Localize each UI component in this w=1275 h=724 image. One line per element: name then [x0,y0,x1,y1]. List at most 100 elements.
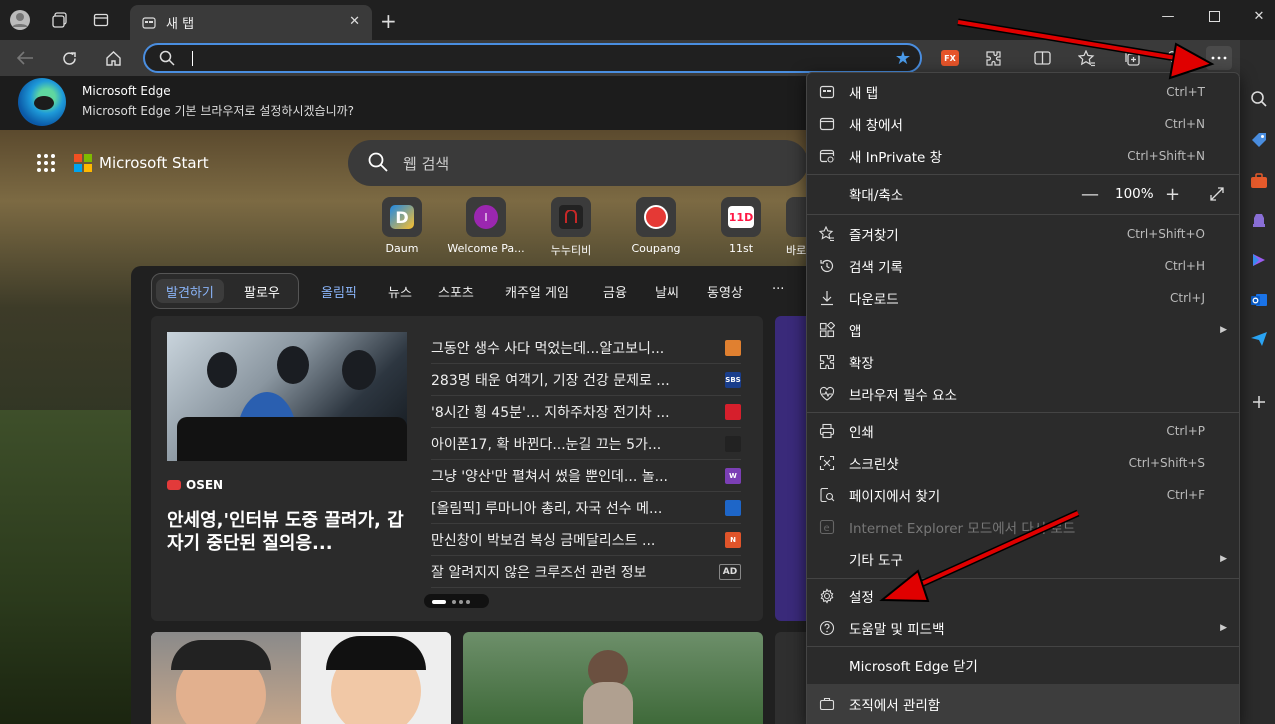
menu-favorites[interactable]: 즐겨찾기 Ctrl+Shift+O [807,218,1239,250]
news-item[interactable]: '8시간 횡 45분'… 지하주차장 전기차 ... [431,396,741,428]
main-story-headline[interactable]: 안세영,'인터뷰 도중 끌려가, 갑자기 중단된 질의응... [167,509,412,555]
quick-link-nunutv[interactable]: 누누티비 [531,197,611,258]
heart-pulse-icon [819,386,835,401]
side-card[interactable] [775,316,806,621]
tab-follow[interactable]: 팔로우 [234,279,290,303]
quick-link-11st[interactable]: 11D 11st [701,197,781,255]
news-source-icon [725,500,741,516]
sidebar-copilot-icon[interactable] [1250,251,1268,269]
nav-sports[interactable]: 스포츠 [438,282,474,301]
more-menu-button[interactable] [1206,46,1232,70]
back-button[interactable] [12,46,38,70]
split-screen-icon[interactable] [1029,46,1055,70]
osen-logo-icon [167,480,181,490]
sidebar-games-icon[interactable] [1250,210,1268,228]
news-item[interactable]: 잘 알려지지 않은 크루즈선 관련 정보 AD [431,556,741,588]
menu-separator [807,174,1239,175]
menu-new-inprivate[interactable]: 새 InPrivate 창 Ctrl+Shift+N [807,140,1239,172]
menu-new-tab[interactable]: 새 탭 Ctrl+T [807,76,1239,108]
close-tab-icon[interactable]: ✕ [349,14,360,29]
tab-actions-icon[interactable] [89,8,113,32]
sidebar-add-icon[interactable] [1250,393,1268,411]
menu-history[interactable]: 검색 기록 Ctrl+H [807,250,1239,282]
menu-print[interactable]: 인쇄 Ctrl+P [807,415,1239,447]
11st-icon: 11D [728,206,754,228]
menu-close-edge[interactable]: Microsoft Edge 닫기 [807,649,1239,681]
news-item[interactable]: 그동안 생수 사다 먹었는데...알고보니... [431,332,741,364]
nav-news[interactable]: 뉴스 [388,282,412,301]
news-item-title: 잘 알려지지 않은 크루즈선 관련 정보 [431,564,647,581]
nav-video[interactable]: 동영상 [707,282,743,301]
home-button[interactable] [100,46,126,70]
sidebar-tools-icon[interactable] [1250,172,1268,190]
collections-icon[interactable] [1119,46,1145,70]
menu-downloads[interactable]: 다운로드 Ctrl+J [807,282,1239,314]
quick-link-welcome[interactable]: I Welcome Pa... [446,197,526,255]
workspaces-icon[interactable] [48,8,72,32]
nav-casual-games[interactable]: 캐주얼 게임 [505,282,569,301]
extensions-icon[interactable] [980,46,1006,70]
menu-new-window[interactable]: 새 창에서 Ctrl+N [807,108,1239,140]
menu-managed-by-org[interactable]: 조직에서 관리함 [807,684,1239,724]
quick-link-coupang[interactable]: Coupang [616,197,696,255]
minimize-button[interactable]: — [1145,4,1191,28]
news-item[interactable]: 그냥 '양산'만 펼쳐서 썼을 뿐인데... 놀... W [431,460,741,492]
microsoft-start-brand[interactable]: Microsoft Start [99,154,209,172]
nav-olympics[interactable]: 올림픽 [321,282,357,301]
story-card-photo[interactable] [151,632,451,724]
zoom-out-button[interactable]: — [1081,184,1099,205]
browser-essentials-icon[interactable] [1162,46,1188,70]
menu-help-feedback[interactable]: 도움말 및 피드백 ▶ [807,612,1239,644]
main-story-source: OSEN [167,478,223,492]
menu-apps[interactable]: 앱 ▶ [807,314,1239,346]
web-search-placeholder: 웹 검색 [403,155,450,173]
sidebar-shopping-icon[interactable] [1250,131,1268,149]
news-source-icon: SBS [725,372,741,388]
menu-settings[interactable]: 설정 [807,580,1239,612]
tab-discover[interactable]: 발견하기 [156,279,224,303]
menu-extensions[interactable]: 확장 [807,346,1239,378]
news-item[interactable]: 아이폰17, 확 바뀐다...눈길 끄는 5가... [431,428,741,460]
search-icon [159,50,175,66]
new-tab-page-icon [142,16,156,29]
fullscreen-icon[interactable] [1209,186,1225,202]
news-item[interactable]: 만신창이 박보검 복싱 금메달리스트 ... N [431,524,741,556]
carousel-dots[interactable] [424,594,489,608]
web-search-box[interactable]: 웹 검색 [348,140,808,186]
quick-link-daum[interactable]: D Daum [362,197,442,255]
new-tab-icon [819,85,835,99]
address-bar[interactable]: ★ [143,43,922,73]
favorite-star-icon[interactable]: ★ [895,48,911,69]
refresh-button[interactable] [56,46,82,70]
news-source-icon: W [725,468,741,484]
banner-title: Microsoft Edge [82,84,171,98]
favorites-icon[interactable] [1074,46,1100,70]
story-card-forest[interactable] [463,632,763,724]
tab-new-tab[interactable]: 새 탭 ✕ [130,5,372,40]
sidebar-search-icon[interactable] [1250,90,1268,108]
menu-more-tools[interactable]: 기타 도구 ▶ [807,543,1239,575]
zoom-in-button[interactable]: + [1165,184,1180,205]
menu-browser-essentials[interactable]: 브라우저 필수 요소 [807,378,1239,410]
print-icon [819,423,835,439]
news-item[interactable]: 283명 태운 여객기, 기장 건강 문제로 ... SBS [431,364,741,396]
profile-icon[interactable] [8,8,32,32]
nav-weather[interactable]: 날씨 [655,282,679,301]
main-story-image[interactable] [167,332,407,461]
sidebar-send-icon[interactable] [1250,330,1268,348]
app-launcher-icon[interactable] [37,154,55,172]
story-card-partial[interactable] [775,632,806,724]
sidebar-outlook-icon[interactable] [1250,291,1268,309]
menu-screenshot[interactable]: 스크린샷 Ctrl+Shift+S [807,447,1239,479]
text-caret [192,51,193,66]
news-item[interactable]: [올림픽] 루마니아 총리, 자국 선수 메... [431,492,741,524]
menu-find-on-page[interactable]: 페이지에서 찾기 Ctrl+F [807,479,1239,511]
nav-finance[interactable]: 금융 [603,282,627,301]
fx-extension-icon[interactable]: FX [941,50,959,66]
maximize-button[interactable] [1191,4,1237,28]
close-window-button[interactable]: ✕ [1236,4,1275,28]
nav-more[interactable]: ··· [772,282,784,297]
welcome-icon: I [474,205,498,229]
new-tab-button[interactable]: + [380,9,397,33]
quick-link-baro[interactable]: 바로 [776,197,806,258]
